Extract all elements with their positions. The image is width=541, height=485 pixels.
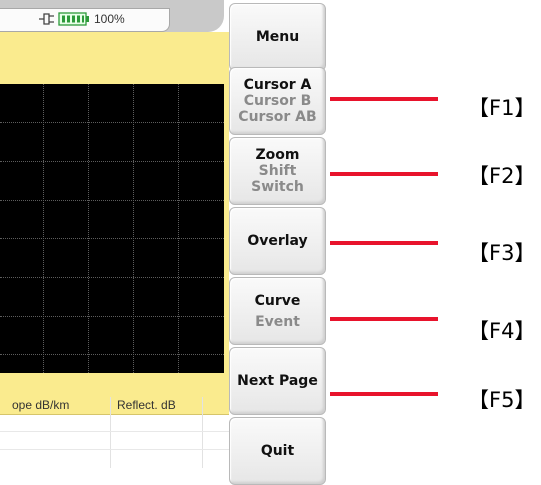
grid-line xyxy=(0,161,224,162)
status-bar: 100% xyxy=(0,8,170,32)
menu-button[interactable]: Menu xyxy=(229,3,326,71)
next-page-button[interactable]: Next Page xyxy=(229,347,326,415)
cursor-a-label: Cursor A xyxy=(243,77,312,93)
grid-line xyxy=(43,84,44,373)
column-header-slope: ope dB/km xyxy=(12,398,70,412)
grid-line xyxy=(133,84,134,373)
switch-label: Switch xyxy=(251,179,304,195)
trace-plot[interactable] xyxy=(0,84,224,373)
soft-key-panel: Menu Cursor A Cursor B Cursor AB Zoom Sh… xyxy=(229,0,326,485)
battery-percent: 100% xyxy=(94,12,125,26)
grid-line xyxy=(0,316,224,317)
zoom-label: Zoom xyxy=(255,147,300,163)
grid-line xyxy=(0,238,224,239)
battery-icon xyxy=(58,12,90,29)
f4-label: 【F4】 xyxy=(468,319,536,343)
grid-line xyxy=(178,84,179,373)
grid-line xyxy=(0,277,224,278)
next-page-label: Next Page xyxy=(237,373,318,389)
quit-button[interactable]: Quit xyxy=(229,417,326,485)
table-column-divider xyxy=(110,397,111,468)
quit-label: Quit xyxy=(260,443,295,459)
table-header: ope dB/km Reflect. dB xyxy=(0,397,229,415)
table-row[interactable] xyxy=(0,449,229,450)
otdr-screen: 100% ope dB/km Reflect. dB xyxy=(0,0,229,468)
cursor-b-label: Cursor B xyxy=(243,93,312,109)
f2-label: 【F2】 xyxy=(468,164,536,188)
f1-label: 【F1】 xyxy=(468,96,536,120)
cursor-ab-label: Cursor AB xyxy=(238,109,317,125)
pointer-line-f3 xyxy=(330,241,438,245)
plug-icon xyxy=(38,12,56,29)
overlay-label: Overlay xyxy=(247,233,308,249)
grid-line xyxy=(88,84,89,373)
grid-line xyxy=(0,200,224,201)
curve-button[interactable]: Curve Event xyxy=(229,277,326,345)
event-table: ope dB/km Reflect. dB xyxy=(0,397,229,468)
grid-line xyxy=(0,122,224,123)
cursor-button[interactable]: Cursor A Cursor B Cursor AB xyxy=(229,67,326,135)
f5-label: 【F5】 xyxy=(468,388,536,412)
f3-label: 【F3】 xyxy=(468,241,536,265)
shift-label: Shift xyxy=(258,163,297,179)
zoom-button[interactable]: Zoom Shift Switch xyxy=(229,137,326,205)
column-header-reflect: Reflect. dB xyxy=(117,398,176,412)
table-row[interactable] xyxy=(0,431,229,432)
curve-label: Curve xyxy=(254,292,301,309)
pointer-line-f2 xyxy=(330,172,438,176)
overlay-button[interactable]: Overlay xyxy=(229,207,326,275)
pointer-line-f1 xyxy=(330,97,438,101)
menu-label: Menu xyxy=(255,29,300,45)
event-label: Event xyxy=(255,313,300,330)
table-column-divider xyxy=(202,397,203,468)
pointer-line-f5 xyxy=(330,392,438,396)
pointer-line-f4 xyxy=(330,317,438,321)
grid-line xyxy=(0,354,224,355)
